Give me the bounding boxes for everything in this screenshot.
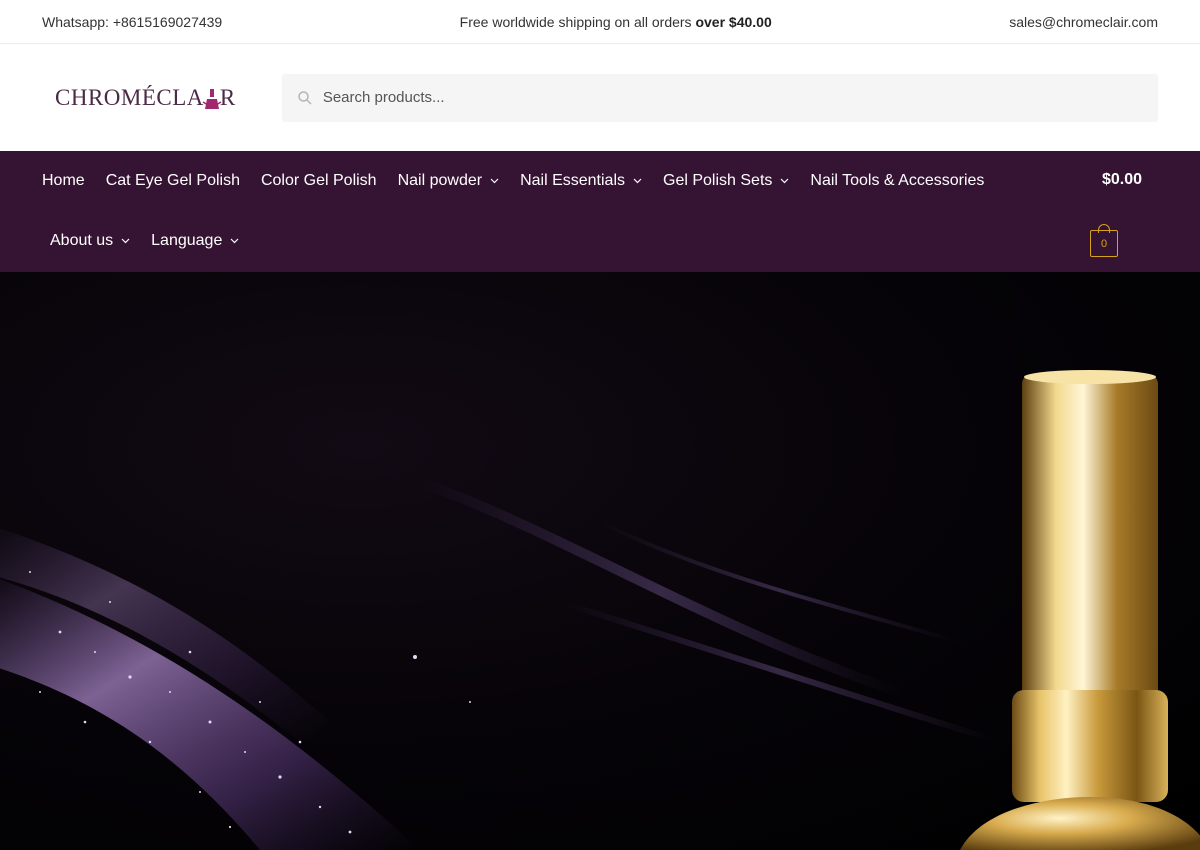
search-bar <box>281 73 1158 122</box>
nav-item-about-us[interactable]: About us <box>50 232 130 250</box>
search-icon <box>298 90 312 105</box>
nav-item-cat-eye-gel-polish[interactable]: Cat Eye Gel Polish <box>106 172 240 190</box>
site-logo[interactable]: CHROMÉCLA R <box>42 85 252 111</box>
email-contact[interactable]: sales@chromeclair.com <box>1009 14 1158 30</box>
search-input[interactable] <box>322 89 1123 106</box>
chevron-down-icon <box>633 178 642 184</box>
whatsapp-contact[interactable]: Whatsapp: +8615169027439 <box>42 14 222 30</box>
cart-button[interactable]: 0 <box>1090 224 1118 257</box>
nav-item-label: Nail Tools & Accessories <box>810 172 985 189</box>
nav-item-label: Cat Eye Gel Polish <box>105 172 240 189</box>
nav-item-nail-powder[interactable]: Nail powder <box>398 172 499 190</box>
cart-count: 0 <box>1090 230 1118 257</box>
chevron-down-icon <box>780 178 789 184</box>
nav-item-label: Color Gel Polish <box>260 172 377 189</box>
nav-item-nail-tools-accessories[interactable]: Nail Tools & Accessories <box>810 172 984 190</box>
chevron-down-icon <box>121 238 130 244</box>
site-header: CHROMÉCLA R <box>0 44 1200 151</box>
nav-item-gel-polish-sets[interactable]: Gel Polish Sets <box>663 172 789 190</box>
nav-item-nail-essentials[interactable]: Nail Essentials <box>520 172 642 190</box>
nav-item-label: Nail powder <box>397 172 483 189</box>
nav-item-color-gel-polish[interactable]: Color Gel Polish <box>261 172 377 190</box>
nav-item-label: Language <box>151 232 223 249</box>
top-info-bar: Whatsapp: +8615169027439 Free worldwide … <box>0 0 1200 44</box>
shipping-text: Free worldwide shipping on all orders <box>459 13 696 30</box>
hero-background-image <box>0 370 1200 850</box>
nav-row-secondary: About us Language <box>50 211 260 271</box>
cart-total[interactable]: $0.00 <box>1102 171 1142 189</box>
chevron-down-icon <box>490 178 499 184</box>
shipping-threshold: over $40.00 <box>695 13 772 30</box>
logo-text-right: R <box>219 84 236 110</box>
nav-item-label: Nail Essentials <box>520 172 625 189</box>
logo-text-left: CHROMÉCLA <box>55 84 204 110</box>
nav-row-primary: Home Cat Eye Gel Polish Color Gel Polish… <box>42 151 1005 211</box>
main-navigation: Home Cat Eye Gel Polish Color Gel Polish… <box>0 151 1200 272</box>
shipping-notice: Free worldwide shipping on all orders ov… <box>460 14 772 30</box>
nav-item-home[interactable]: Home <box>42 172 85 190</box>
nail-polish-logo-icon <box>202 88 222 109</box>
nav-item-language[interactable]: Language <box>151 232 239 250</box>
nav-item-label: Home <box>42 172 85 189</box>
nav-item-label: Gel Polish Sets <box>663 172 773 189</box>
nav-item-label: About us <box>50 232 114 249</box>
hero-banner[interactable] <box>0 272 1200 850</box>
chevron-down-icon <box>230 238 239 244</box>
